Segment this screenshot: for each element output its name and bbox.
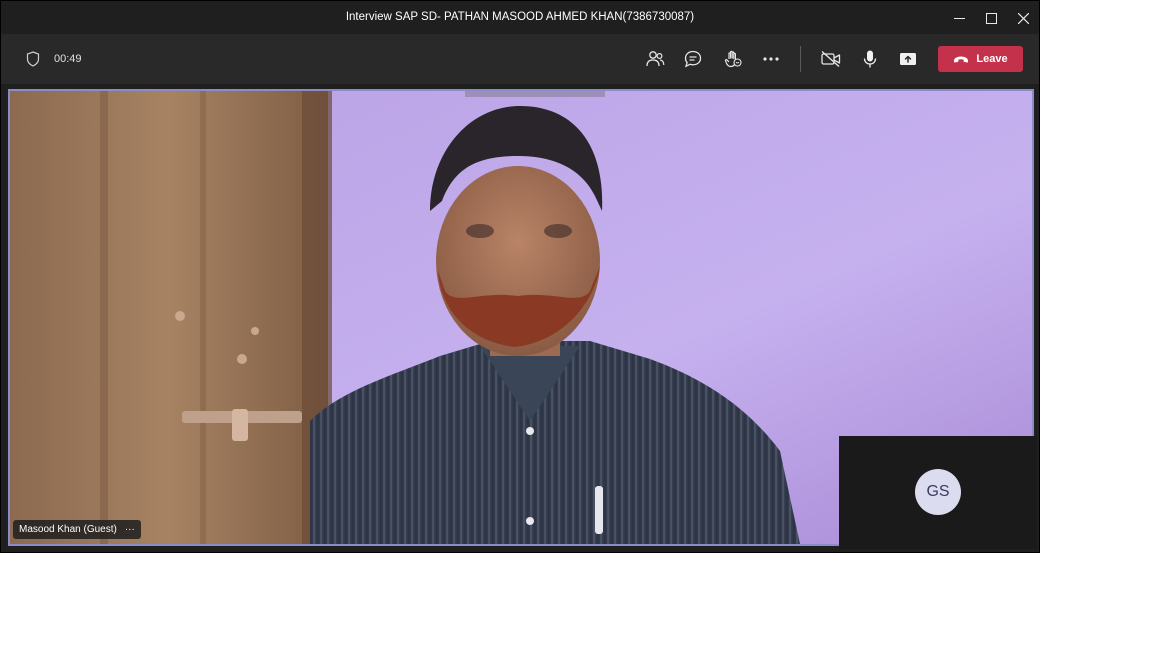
camera-toggle-button[interactable] bbox=[819, 47, 843, 71]
video-stage: Masood Khan (Guest) ··· GS bbox=[1, 84, 1039, 552]
title-bar: Interview SAP SD- PATHAN MASOOD AHMED KH… bbox=[1, 1, 1039, 34]
self-preview-tile[interactable]: GS bbox=[839, 436, 1037, 549]
close-button[interactable] bbox=[1008, 8, 1038, 28]
minimize-button[interactable] bbox=[944, 8, 974, 28]
meeting-timer: 00:49 bbox=[54, 53, 82, 65]
leave-button[interactable]: Leave bbox=[938, 46, 1023, 72]
raise-hand-button[interactable] bbox=[721, 47, 745, 71]
people-icon bbox=[646, 51, 665, 67]
maximize-icon bbox=[985, 12, 997, 24]
participant-name-tag[interactable]: Masood Khan (Guest) ··· bbox=[13, 520, 141, 539]
chat-icon bbox=[684, 50, 702, 68]
share-screen-button[interactable] bbox=[896, 47, 920, 71]
raise-hand-icon bbox=[724, 50, 742, 68]
self-avatar: GS bbox=[915, 469, 961, 515]
participant-more-icon[interactable]: ··· bbox=[125, 524, 135, 535]
window-title: Interview SAP SD- PATHAN MASOOD AHMED KH… bbox=[345, 11, 695, 23]
shield-icon bbox=[26, 51, 40, 67]
maximize-button[interactable] bbox=[976, 8, 1006, 28]
microphone-icon bbox=[863, 50, 877, 68]
meeting-toolbar: 00:49 Leave bbox=[1, 34, 1039, 84]
microphone-button[interactable] bbox=[858, 47, 882, 71]
participant-name: Masood Khan (Guest) bbox=[19, 524, 117, 535]
camera-off-icon bbox=[821, 50, 841, 68]
close-icon bbox=[1017, 12, 1029, 24]
participants-button[interactable] bbox=[643, 47, 667, 71]
minimize-icon bbox=[953, 17, 965, 19]
chat-button[interactable] bbox=[681, 47, 705, 71]
leave-label: Leave bbox=[976, 53, 1008, 65]
meeting-window: Interview SAP SD- PATHAN MASOOD AHMED KH… bbox=[0, 0, 1040, 553]
share-screen-icon bbox=[900, 53, 916, 65]
toolbar-divider bbox=[800, 46, 801, 72]
more-icon bbox=[763, 57, 779, 61]
phone-hangup-icon bbox=[954, 56, 969, 63]
more-actions-button[interactable] bbox=[759, 47, 783, 71]
